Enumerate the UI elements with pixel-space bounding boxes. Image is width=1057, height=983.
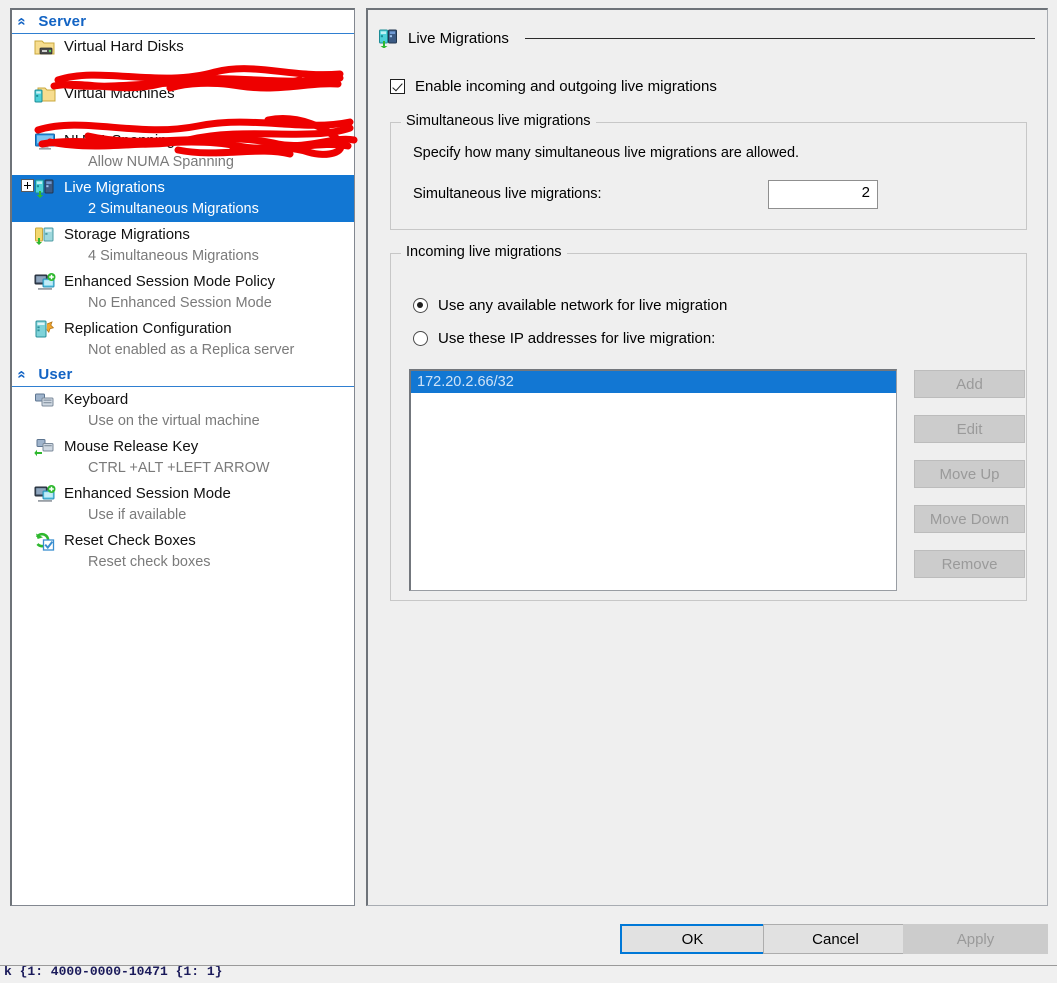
cancel-button[interactable]: Cancel (763, 924, 908, 954)
reset-check-boxes-icon (34, 531, 56, 551)
numa-spanning-icon (34, 131, 56, 151)
sidebar-item-label: Storage Migrations (64, 226, 190, 243)
sidebar-item-label: Replication Configuration (64, 320, 232, 337)
checkbox-box[interactable] (390, 79, 405, 94)
simultaneous-description: Specify how many simultaneous live migra… (413, 145, 800, 161)
sidebar-item-subtitle (12, 105, 354, 126)
live-migrations-icon (34, 178, 56, 198)
sidebar-item-subtitle: 4 Simultaneous Migrations (88, 248, 259, 264)
sidebar-item-label: Enhanced Session Mode Policy (64, 273, 275, 290)
sidebar-item-mouse-release-key[interactable]: Mouse Release Key CTRL +ALT +LEFT ARROW (12, 434, 354, 481)
sidebar-item-subtitle: CTRL +ALT +LEFT ARROW (88, 460, 270, 476)
enable-live-migrations-label: Enable incoming and outgoing live migrat… (415, 78, 717, 95)
enhanced-session-mode-policy-icon (34, 272, 56, 292)
sidebar-item-numa-spanning[interactable]: NUMA Spanning Allow NUMA Spanning (12, 128, 354, 175)
storage-migrations-icon (34, 225, 56, 245)
status-strip: k {1: 4000-0000-10471 {1: 1} (0, 965, 1057, 983)
sidebar-item-subtitle: No Enhanced Session Mode (88, 295, 272, 311)
sidebar-item-subtitle: Allow NUMA Spanning (88, 154, 234, 170)
sidebar-item-label: NUMA Spanning (64, 132, 175, 149)
sidebar-section-title: Server (38, 13, 87, 30)
settings-detail-pane: Live Migrations Enable incoming and outg… (366, 8, 1048, 906)
sidebar-section-header-user[interactable]: « User (12, 363, 354, 387)
ok-button[interactable]: OK (620, 924, 765, 954)
enhanced-session-mode-icon (34, 484, 56, 504)
sidebar-item-virtual-machines[interactable]: Virtual Machines (12, 81, 354, 128)
expand-plus-icon[interactable] (21, 179, 34, 192)
move-down-button: Move Down (914, 505, 1025, 533)
keyboard-icon (34, 390, 56, 410)
ip-address-list-item[interactable]: 172.20.2.66/32 (411, 371, 896, 393)
move-up-button: Move Up (914, 460, 1025, 488)
simultaneous-live-migrations-input[interactable]: 2 (768, 180, 878, 209)
sidebar-section-title: User (38, 366, 73, 383)
sidebar-item-virtual-hard-disks[interactable]: Virtual Hard Disks (12, 34, 354, 81)
virtual-machines-icon (34, 84, 56, 104)
sidebar-item-subtitle (12, 58, 354, 79)
enable-live-migrations-checkbox[interactable]: Enable incoming and outgoing live migrat… (390, 78, 717, 95)
sidebar-item-label: Keyboard (64, 391, 129, 408)
simultaneous-field-label: Simultaneous live migrations: (413, 186, 602, 202)
remove-button: Remove (914, 550, 1025, 578)
sidebar-item-label: Enhanced Session Mode (64, 485, 231, 502)
sidebar-item-label: Virtual Machines (64, 85, 175, 102)
simultaneous-live-migrations-group: Simultaneous live migrations Specify how… (390, 113, 1027, 230)
collapse-chevron-icon[interactable]: « (14, 17, 31, 25)
sidebar-item-subtitle: Not enabled as a Replica server (88, 342, 295, 358)
sidebar-item-label: Virtual Hard Disks (64, 38, 184, 55)
live-migrations-icon (378, 28, 398, 49)
sidebar-item-subtitle: Use if available (88, 507, 187, 523)
virtual-hard-disk-icon (34, 37, 56, 57)
hyperv-settings-dialog: « Server Virtual Hard Disks Virtual Machin… (0, 0, 1057, 983)
status-strip-clipped-text: k {1: 4000-0000-10471 {1: 1} (4, 965, 223, 979)
ip-address-listbox[interactable]: 172.20.2.66/32 (409, 369, 897, 591)
sidebar-item-subtitle: 2 Simultaneous Migrations (88, 201, 259, 217)
sidebar-item-label: Reset Check Boxes (64, 532, 196, 549)
sidebar-item-keyboard[interactable]: Keyboard Use on the virtual machine (12, 387, 354, 434)
sidebar-item-replication-configuration[interactable]: Replication Configuration Not enabled as … (12, 316, 354, 363)
radio-button-specific[interactable] (413, 331, 428, 346)
radio-use-any-network[interactable]: Use any available network for live migra… (413, 297, 727, 314)
incoming-group-legend: Incoming live migrations (401, 244, 567, 260)
sidebar-item-enhanced-session-mode-policy[interactable]: Enhanced Session Mode Policy No Enhanced … (12, 269, 354, 316)
radio-button-any[interactable] (413, 298, 428, 313)
sidebar-item-label: Live Migrations (64, 179, 165, 196)
simultaneous-group-legend: Simultaneous live migrations (401, 113, 596, 129)
sidebar-item-reset-check-boxes[interactable]: Reset Check Boxes Reset check boxes (12, 528, 354, 575)
radio-specific-label: Use these IP addresses for live migratio… (438, 330, 716, 347)
sidebar-item-storage-migrations[interactable]: Storage Migrations 4 Simultaneous Migrati… (12, 222, 354, 269)
sidebar-item-subtitle: Reset check boxes (88, 554, 211, 570)
radio-any-label: Use any available network for live migra… (438, 297, 728, 314)
collapse-chevron-icon[interactable]: « (14, 370, 31, 378)
sidebar-section-header-server[interactable]: « Server (12, 10, 354, 34)
mouse-release-key-icon (34, 437, 56, 457)
sidebar-item-enhanced-session-mode[interactable]: Enhanced Session Mode Use if available (12, 481, 354, 528)
settings-navigation-tree[interactable]: « Server Virtual Hard Disks Virtual Machin… (10, 8, 355, 906)
edit-button: Edit (914, 415, 1025, 443)
radio-use-specific-ips[interactable]: Use these IP addresses for live migratio… (413, 330, 715, 347)
add-button: Add (914, 370, 1025, 398)
sidebar-item-label: Mouse Release Key (64, 438, 199, 455)
pane-title-text: Live Migrations (408, 29, 509, 47)
title-rule (524, 37, 1035, 39)
apply-button: Apply (903, 924, 1048, 954)
sidebar-item-live-migrations[interactable]: Live Migrations 2 Simultaneous Migrations (12, 175, 354, 222)
pane-title: Live Migrations (378, 28, 1035, 49)
sidebar-item-subtitle: Use on the virtual machine (88, 413, 260, 429)
replication-configuration-icon (34, 319, 56, 339)
incoming-live-migrations-group: Incoming live migrations Use any availab… (390, 244, 1027, 601)
